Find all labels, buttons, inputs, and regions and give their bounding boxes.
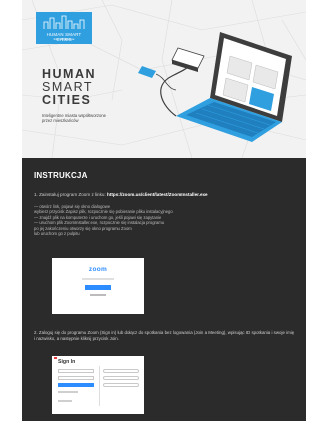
page-subtitle: Inteligentne miasta współtworzone przez … (42, 113, 107, 124)
sso-option (103, 369, 139, 373)
keep-signed-in-line (58, 391, 78, 393)
google-option (103, 376, 139, 380)
instructions-section: INSTRUKCJA 1. Zainstaluj program Zoom z … (22, 158, 306, 421)
facebook-option (103, 383, 139, 387)
placeholder-line (82, 278, 114, 280)
bullet-item: lub uruchom go z pulpitu (34, 231, 80, 237)
step-1-prefix: 1. Zainstaluj program Zoom z linku: (34, 192, 108, 197)
signin-heading: Sign In (58, 359, 76, 365)
window-close-dot (54, 357, 57, 359)
join-meeting-button (85, 285, 111, 290)
logo-subtext: Interreg Europe (53, 37, 75, 41)
step-1-text: 1. Zainstaluj program Zoom z linku: http… (34, 192, 296, 198)
step-2-text: 2. Zaloguj się do programu Zoom (Sign in… (34, 330, 295, 341)
zoom-signin-screenshot: Sign In (52, 356, 144, 414)
laptop-illustration (138, 32, 292, 142)
step-1-bullets: — otwórz link, pojawi się okno dialogowe… (34, 204, 296, 236)
project-logo: HUMAN SMART CITIES Interreg Europe (36, 12, 92, 44)
title-line-3: CITIES (42, 93, 92, 107)
city-skyline-icon (43, 15, 85, 29)
divider (99, 366, 100, 406)
back-link-line (58, 400, 72, 402)
flyer-header: HUMAN SMART CITIES Interreg Europe HUMAN… (22, 0, 306, 158)
flyer-page: HUMAN SMART CITIES Interreg Europe HUMAN… (22, 0, 306, 421)
zoom-installer-link[interactable]: https://zoom.us/client/latest/ZoomInstal… (107, 192, 208, 197)
zoom-start-screenshot: zoom (52, 258, 144, 314)
password-field (58, 376, 94, 380)
zoom-logo: zoom (88, 266, 108, 273)
instructions-heading: INSTRUKCJA (34, 171, 88, 180)
email-field (58, 369, 94, 373)
page-title: HUMAN SMART CITIES (42, 68, 96, 107)
sign-in-link (90, 294, 106, 296)
signin-button (58, 383, 94, 387)
